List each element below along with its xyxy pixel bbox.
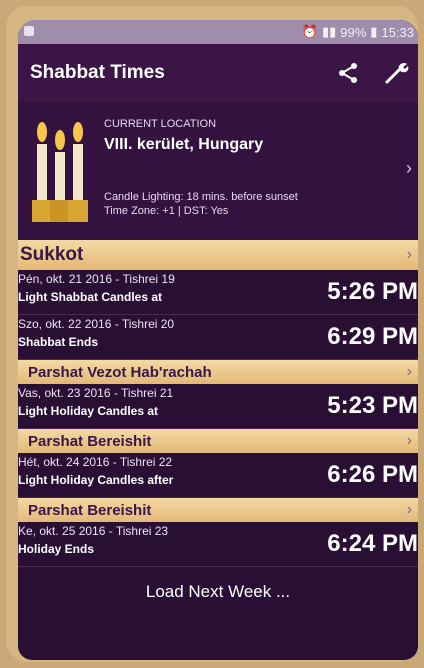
app-bar: Shabbat Times [18,44,418,102]
row-desc: Shabbat Ends [18,335,99,349]
row-time: 6:24 PM [327,530,418,557]
row-date: Pén, okt. 21 2016 - Tishrei 19 [18,272,175,286]
phone-frame: ⏰ ▮▮ 99% ▮ 15:33 Shabbat Times CURRENT L… [6,6,418,662]
time-row: Ke, okt. 25 2016 - Tishrei 23 Holiday En… [18,522,418,567]
location-name: VIII. kerület, Hungary [104,136,264,153]
chevron-right-icon: › [406,158,412,178]
section-header-sukkot[interactable]: Sukkot › [18,240,418,270]
location-caption: CURRENT LOCATION [104,118,217,130]
battery-percent: 99% [340,24,367,40]
settings-wrench-icon[interactable] [382,59,410,87]
row-desc: Light Holiday Candles after [18,473,174,487]
chevron-right-icon: › [406,363,412,380]
row-time: 6:29 PM [327,323,418,350]
section-header-bereishit-2[interactable]: Parshat Bereishit › [18,498,418,522]
time-row: Vas, okt. 23 2016 - Tishrei 21 Light Hol… [18,384,418,429]
time-row: Hét, okt. 24 2016 - Tishrei 22 Light Hol… [18,453,418,498]
section-header-bereishit[interactable]: Parshat Bereishit › [18,429,418,453]
status-bar: ⏰ ▮▮ 99% ▮ 15:33 [18,20,418,44]
row-date: Ke, okt. 25 2016 - Tishrei 23 [18,524,169,538]
section-title: Parshat Bereishit [28,501,152,519]
row-date: Szo, okt. 22 2016 - Tishrei 20 [18,317,175,331]
row-time: 5:26 PM [327,278,418,305]
row-date: Hét, okt. 24 2016 - Tishrei 22 [18,455,173,469]
chevron-right-icon: › [406,501,412,518]
notification-icon [24,26,34,36]
time-row: Pén, okt. 21 2016 - Tishrei 19 Light Sha… [18,270,418,315]
chevron-right-icon: › [406,432,412,449]
timezone-setting: Time Zone: +1 | DST: Yes [104,205,229,217]
app-title: Shabbat Times [30,62,165,83]
signal-icon: ▮▮ [321,24,337,39]
location-card[interactable]: CURRENT LOCATION VIII. kerület, Hungary … [18,102,418,240]
alarm-icon: ⏰ [301,24,318,39]
row-desc: Holiday Ends [18,542,95,556]
candle-lighting-setting: Candle Lighting: 18 mins. before sunset [104,191,298,203]
section-title: Sukkot [20,244,84,265]
row-time: 5:23 PM [327,392,418,419]
row-desc: Light Shabbat Candles at [18,290,163,304]
section-header-vezot-habrachah[interactable]: Parshat Vezot Hab'rachah › [18,360,418,384]
candles-icon [32,122,88,222]
time-row: Szo, okt. 22 2016 - Tishrei 20 Shabbat E… [18,315,418,360]
load-next-week-button[interactable]: Load Next Week ... [18,567,418,617]
app-screen: ⏰ ▮▮ 99% ▮ 15:33 Shabbat Times CURRENT L… [18,20,418,660]
share-icon[interactable] [336,61,360,85]
section-title: Parshat Bereishit [28,432,152,450]
section-title: Parshat Vezot Hab'rachah [28,363,212,381]
row-desc: Light Holiday Candles at [18,404,159,418]
chevron-right-icon: › [406,246,412,263]
status-time: 15:33 [381,24,414,40]
battery-icon: ▮ [370,24,378,39]
row-date: Vas, okt. 23 2016 - Tishrei 21 [18,386,174,400]
row-time: 6:26 PM [327,461,418,488]
